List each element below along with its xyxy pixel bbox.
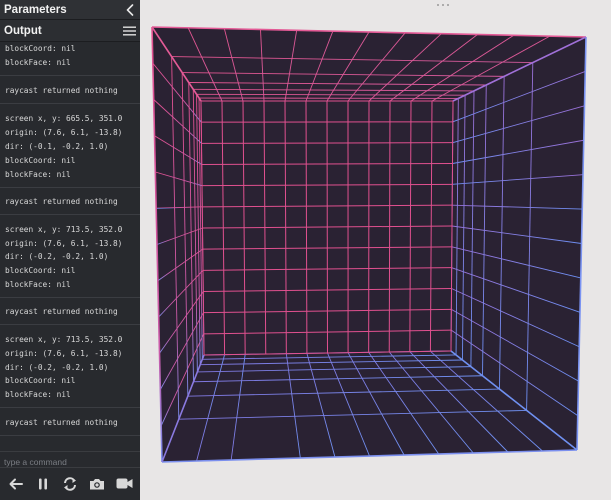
log-separator: [0, 407, 140, 408]
log-line: blockFace: nil: [5, 170, 71, 179]
toolbar: [0, 467, 140, 500]
log-line: origin: (7.6, 6.1, -13.8): [5, 349, 123, 358]
pause-icon[interactable]: [32, 473, 54, 495]
log-separator: [0, 297, 140, 298]
output-log[interactable]: blockCoord: nil blockFace: nil raycast r…: [0, 40, 140, 450]
3d-viewport[interactable]: [140, 0, 611, 500]
log-line: origin: (7.6, 6.1, -13.8): [5, 128, 123, 137]
log-line: blockFace: nil: [5, 390, 71, 399]
back-icon[interactable]: [5, 473, 27, 495]
command-bar: [0, 451, 140, 469]
log-line: blockCoord: nil: [5, 376, 76, 385]
log-line: blockFace: nil: [5, 280, 71, 289]
log-separator: [0, 214, 140, 215]
log-line: origin: (7.6, 6.1, -13.8): [5, 239, 123, 248]
log-line: screen x, y: 665.5, 351.0: [5, 114, 123, 123]
log-line: blockCoord: nil: [5, 44, 76, 53]
output-title: Output: [4, 24, 42, 37]
log-line: blockCoord: nil: [5, 266, 76, 275]
log-line: dir: (-0.2, -0.2, 1.0): [5, 252, 109, 261]
log-line: raycast returned nothing: [5, 307, 118, 316]
log-separator: [0, 103, 140, 104]
log-line: raycast returned nothing: [5, 86, 118, 95]
log-line: screen x, y: 713.5, 352.0: [5, 335, 123, 344]
grid-room-scene: [151, 26, 587, 463]
log-separator: [0, 324, 140, 325]
log-separator: [0, 75, 140, 76]
log-line: screen x, y: 713.5, 352.0: [5, 225, 123, 234]
log-line: blockCoord: nil: [5, 156, 76, 165]
log-separator: [0, 435, 140, 436]
video-icon[interactable]: [113, 473, 135, 495]
output-header: Output: [0, 20, 140, 42]
restart-icon[interactable]: [59, 473, 81, 495]
log-line: raycast returned nothing: [5, 197, 118, 206]
log-line: dir: (-0.1, -0.2, 1.0): [5, 142, 109, 151]
log-line: blockFace: nil: [5, 58, 71, 67]
sidebar: Parameters Output blockCoord: nil blockF…: [0, 0, 140, 500]
log-line: dir: (-0.2, -0.2, 1.0): [5, 363, 109, 372]
parameters-header[interactable]: Parameters: [0, 0, 140, 20]
hamburger-menu-icon[interactable]: [122, 25, 136, 37]
log-separator: [0, 187, 140, 188]
parameters-title: Parameters: [4, 3, 67, 16]
log-line: raycast returned nothing: [5, 418, 118, 427]
camera-icon[interactable]: [86, 473, 108, 495]
chevron-left-icon[interactable]: [124, 3, 136, 17]
